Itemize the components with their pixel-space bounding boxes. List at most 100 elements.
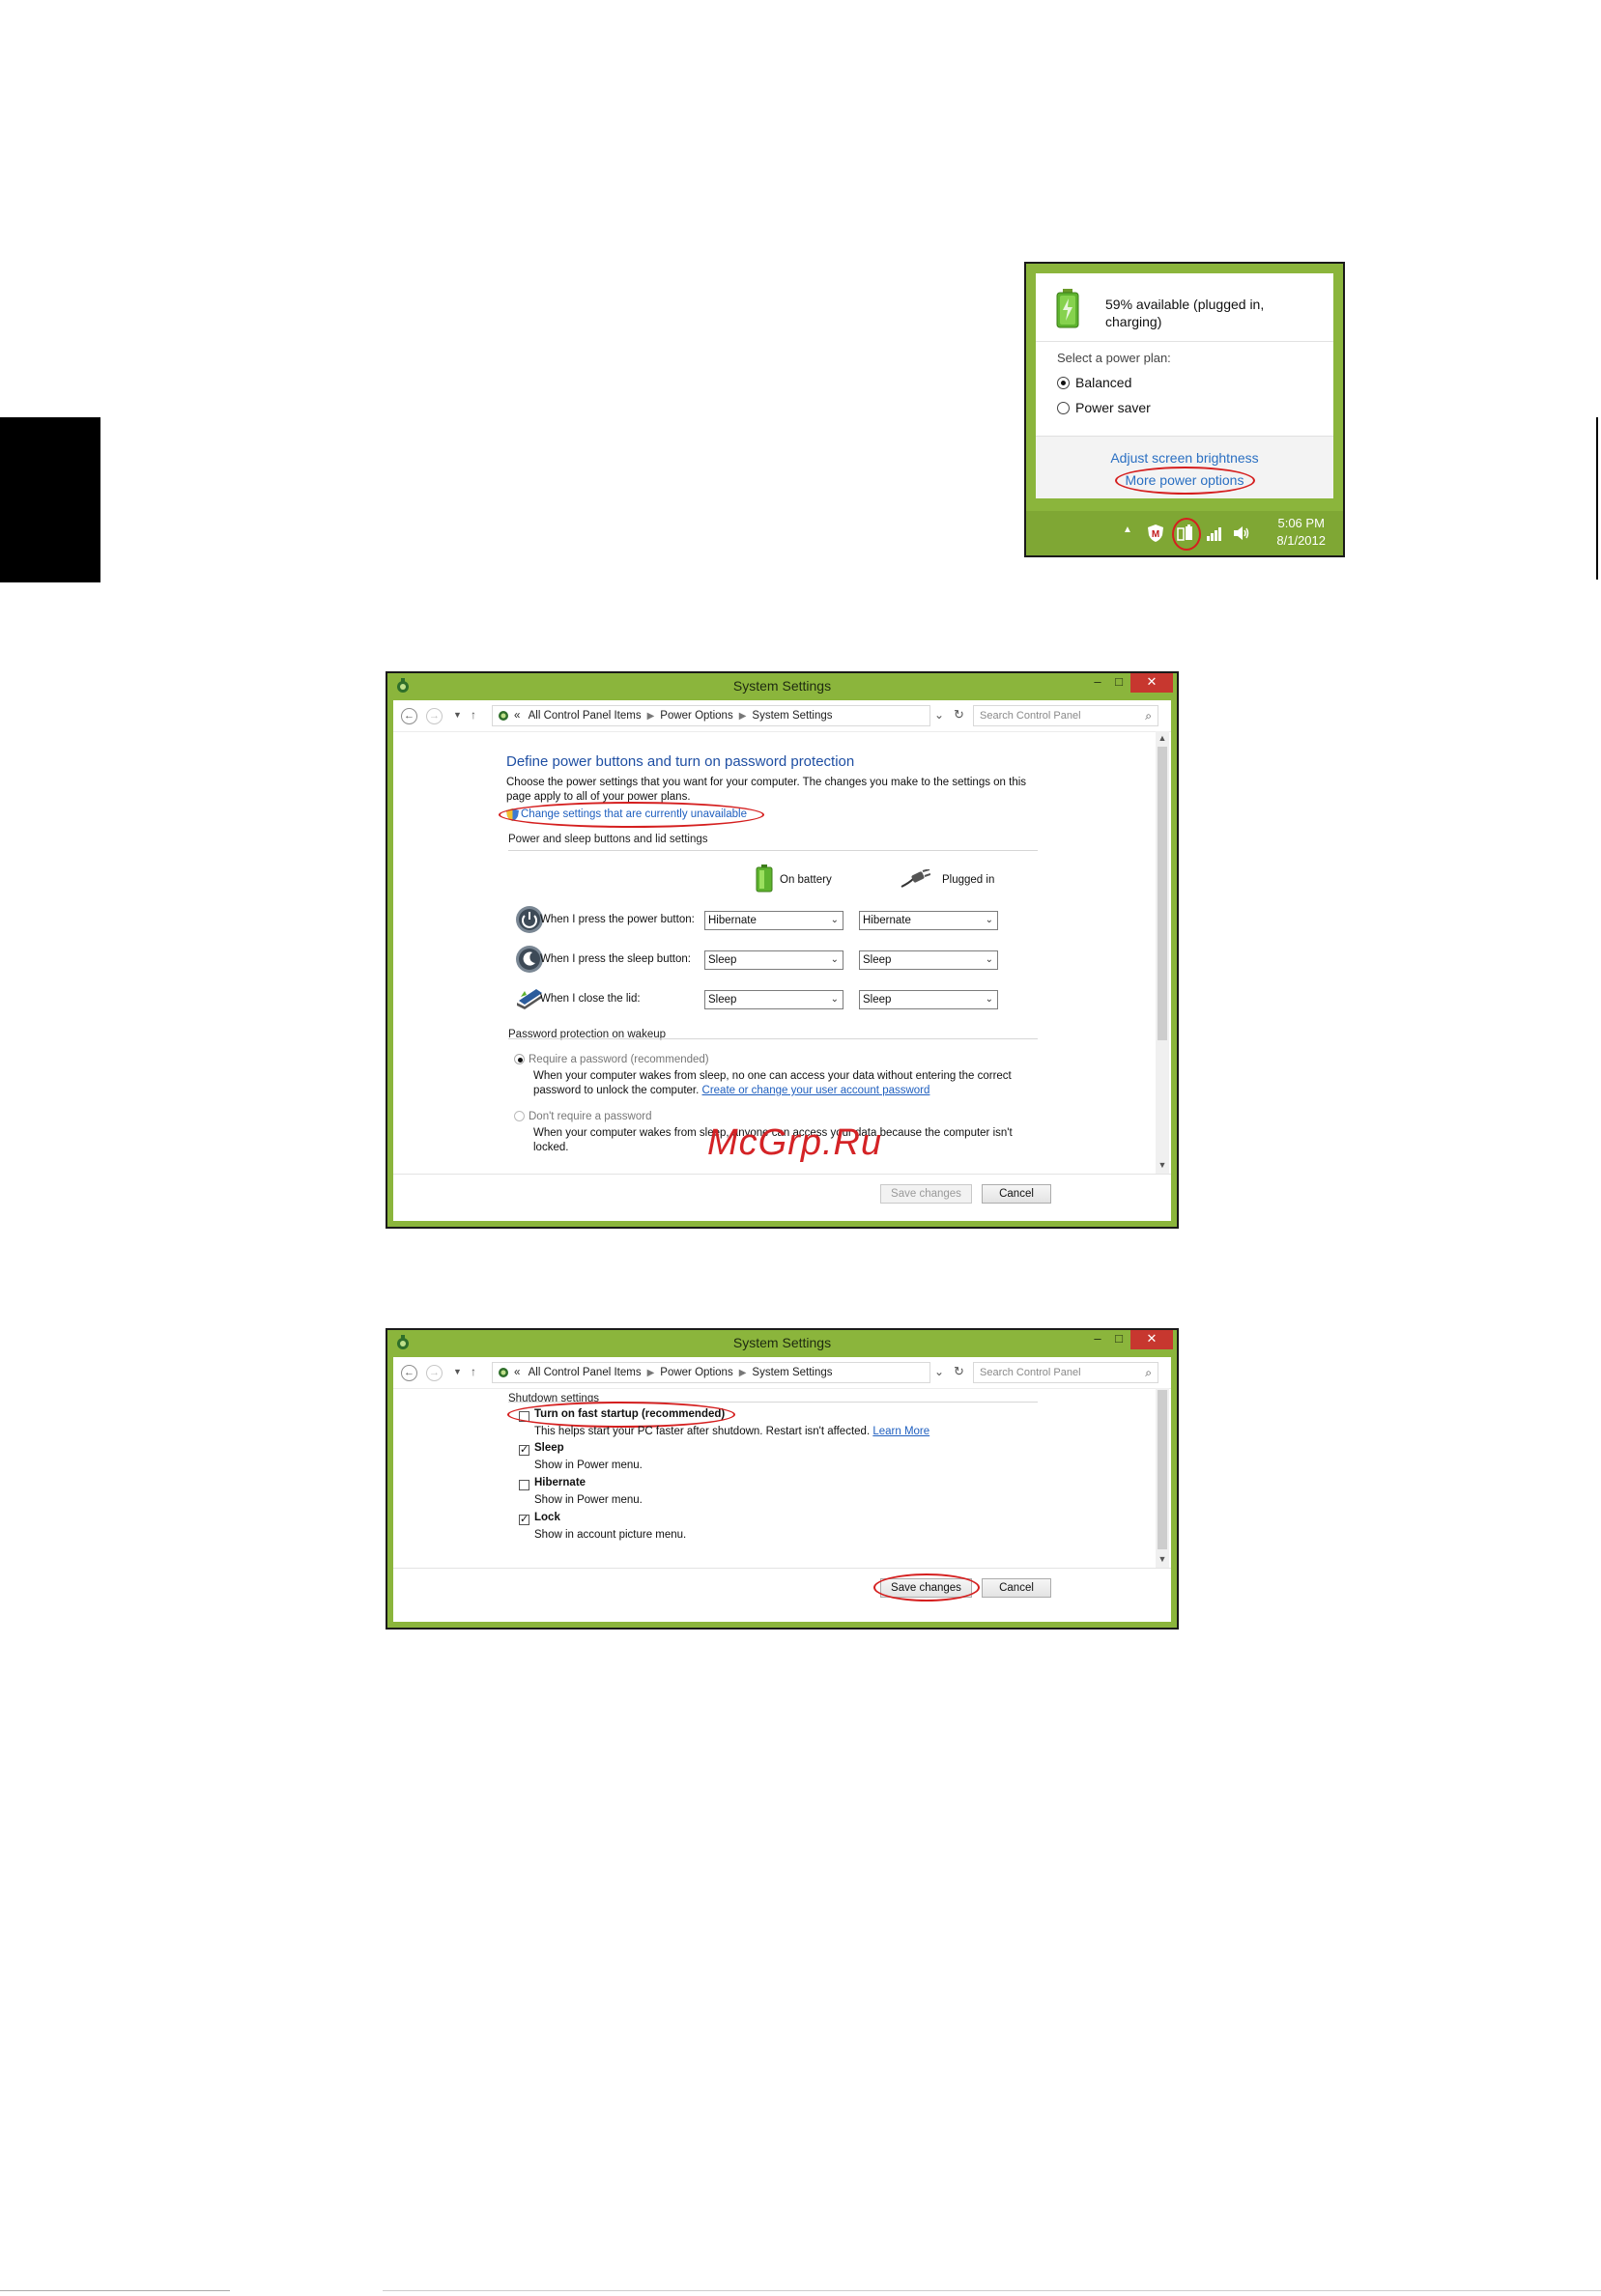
power-plan-label: Select a power plan: <box>1057 351 1171 365</box>
address-dropdown-icon[interactable]: ⌄ <box>934 1365 944 1378</box>
minimize-button[interactable]: – <box>1089 673 1106 693</box>
chevron-down-icon[interactable]: ⌄ <box>986 912 993 929</box>
chevron-right-icon[interactable]: ▶ <box>647 711 655 722</box>
watermark: McGrp.Ru <box>707 1122 883 1163</box>
page-description: Choose the power settings that you want … <box>506 777 1027 803</box>
up-button[interactable]: ↑ <box>471 1365 476 1378</box>
section-tab-marker <box>0 417 100 582</box>
footer-rule <box>0 2290 230 2291</box>
section-buttons-title: Power and sleep buttons and lid settings <box>508 834 708 845</box>
scrollbar-thumb[interactable] <box>1158 1390 1167 1549</box>
search-input[interactable]: Search Control Panel ⌕ <box>973 705 1158 726</box>
column-on-battery: On battery <box>780 874 832 886</box>
breadcrumb-prefix: « <box>514 1367 521 1378</box>
up-button[interactable]: ↑ <box>471 708 476 722</box>
sleep-button-plugged-select[interactable]: Sleep ⌄ <box>859 950 998 970</box>
chevron-down-icon[interactable]: ⌄ <box>831 991 839 1008</box>
address-bar: ← → ▼ ↑ « All Control Panel Items ▶ Power … <box>393 1357 1171 1389</box>
plan-power-saver[interactable]: Power saver <box>1057 400 1151 417</box>
chevron-right-icon[interactable]: ▶ <box>739 1368 747 1378</box>
breadcrumb-item[interactable]: All Control Panel Items <box>529 710 642 722</box>
fast-startup-desc: This helps start your PC faster after sh… <box>534 1425 929 1439</box>
taskbar-clock[interactable]: 5:06 PM 8/1/2012 <box>1276 515 1326 550</box>
control-panel-icon <box>499 711 508 721</box>
forward-button[interactable]: → <box>426 1365 443 1381</box>
volume-icon[interactable] <box>1233 524 1250 542</box>
hibernate-checkbox[interactable] <box>519 1480 529 1490</box>
maximize-button[interactable]: □ <box>1110 1330 1128 1349</box>
highlight-circle <box>1115 467 1255 495</box>
power-button-plugged-select[interactable]: Hibernate ⌄ <box>859 911 998 930</box>
save-changes-button[interactable]: Save changes <box>880 1184 972 1204</box>
battery-icon <box>756 865 773 893</box>
radio-selected-icon[interactable] <box>514 1054 525 1064</box>
back-button[interactable]: ← <box>401 1365 417 1381</box>
lock-checkbox[interactable]: ✓ <box>519 1515 529 1525</box>
chevron-down-icon[interactable]: ⌄ <box>986 951 993 969</box>
chevron-down-icon[interactable]: ⌄ <box>831 912 839 929</box>
breadcrumb-item[interactable]: All Control Panel Items <box>529 1367 642 1378</box>
learn-more-link[interactable]: Learn More <box>872 1426 929 1437</box>
lock-desc: Show in account picture menu. <box>534 1529 687 1541</box>
lid-battery-select[interactable]: Sleep ⌄ <box>704 990 843 1009</box>
address-field[interactable]: « All Control Panel Items ▶ Power Options ▶… <box>492 1362 930 1383</box>
minimize-button[interactable]: – <box>1089 1330 1106 1349</box>
lid-plugged-select[interactable]: Sleep ⌄ <box>859 990 998 1009</box>
create-password-link[interactable]: Create or change your user account passw… <box>702 1085 930 1096</box>
plan-balanced[interactable]: Balanced <box>1057 375 1131 392</box>
adjust-brightness-link[interactable]: Adjust screen brightness <box>1036 450 1333 466</box>
breadcrumb-item[interactable]: System Settings <box>752 710 832 722</box>
radio-selected-icon[interactable] <box>1057 377 1070 389</box>
power-button-battery-select[interactable]: Hibernate ⌄ <box>704 911 843 930</box>
address-field[interactable]: « All Control Panel Items ▶ Power Options ▶… <box>492 705 930 726</box>
svg-text:M: M <box>1152 529 1159 540</box>
cancel-button[interactable]: Cancel <box>982 1184 1051 1204</box>
vertical-scrollbar[interactable]: ▼ <box>1156 1388 1169 1568</box>
address-bar: ← → ▼ ↑ « All Control Panel Items ▶ Power … <box>393 700 1171 732</box>
breadcrumb-item[interactable]: Power Options <box>660 710 732 722</box>
scroll-down-icon[interactable]: ▼ <box>1157 1160 1168 1170</box>
sleep-checkbox[interactable]: ✓ <box>519 1445 529 1456</box>
network-signal-icon[interactable] <box>1206 524 1223 542</box>
recent-pages-icon[interactable]: ▼ <box>453 1367 462 1376</box>
battery-charging-icon <box>1056 289 1079 328</box>
close-button[interactable]: ✕ <box>1130 673 1173 693</box>
back-button[interactable]: ← <box>401 708 417 724</box>
antivirus-shield-icon[interactable]: M <box>1148 524 1163 542</box>
option-dont-require[interactable]: Don't require a password <box>514 1110 651 1124</box>
search-placeholder: Search Control Panel <box>980 1367 1081 1378</box>
cancel-button[interactable]: Cancel <box>982 1578 1051 1598</box>
chevron-right-icon[interactable]: ▶ <box>739 711 747 722</box>
radio-icon[interactable] <box>514 1111 525 1121</box>
search-icon[interactable]: ⌕ <box>1145 706 1152 725</box>
option-require-password[interactable]: Require a password (recommended) <box>514 1053 709 1067</box>
maximize-button[interactable]: □ <box>1110 673 1128 693</box>
chevron-down-icon[interactable]: ⌄ <box>831 951 839 969</box>
battery-flyout: 59% available (plugged in, charging) Sel… <box>1024 262 1345 557</box>
button-bar: Save changes Cancel <box>393 1568 1171 1613</box>
scroll-down-icon[interactable]: ▼ <box>1157 1554 1168 1564</box>
breadcrumb-item[interactable]: Power Options <box>660 1367 732 1378</box>
close-button[interactable]: ✕ <box>1130 1330 1173 1349</box>
recent-pages-icon[interactable]: ▼ <box>453 710 462 720</box>
refresh-icon[interactable]: ↻ <box>954 707 964 723</box>
refresh-icon[interactable]: ↻ <box>954 1364 964 1379</box>
forward-button[interactable]: → <box>426 708 443 724</box>
search-input[interactable]: Search Control Panel ⌕ <box>973 1362 1158 1383</box>
radio-icon[interactable] <box>1057 402 1070 414</box>
sleep-button-battery-select[interactable]: Sleep ⌄ <box>704 950 843 970</box>
breadcrumb-item[interactable]: System Settings <box>752 1367 832 1378</box>
chevron-down-icon[interactable]: ⌄ <box>986 991 993 1008</box>
select-value: Sleep <box>708 954 737 966</box>
search-icon[interactable]: ⌕ <box>1145 1363 1152 1382</box>
vertical-scrollbar[interactable]: ▲ ▼ <box>1156 731 1169 1174</box>
chevron-right-icon[interactable]: ▶ <box>647 1368 655 1378</box>
show-hidden-icons-icon[interactable]: ▲ <box>1123 524 1132 542</box>
scrollbar-thumb[interactable] <box>1158 747 1167 1040</box>
scroll-up-icon[interactable]: ▲ <box>1157 733 1168 743</box>
address-dropdown-icon[interactable]: ⌄ <box>934 708 944 722</box>
battery-status-row: 59% available (plugged in, charging) <box>1055 289 1326 333</box>
search-placeholder: Search Control Panel <box>980 710 1081 722</box>
system-settings-window-2: System Settings – □ ✕ ← → ▼ ↑ « All Cont… <box>386 1328 1179 1630</box>
power-plug-icon <box>901 869 930 888</box>
